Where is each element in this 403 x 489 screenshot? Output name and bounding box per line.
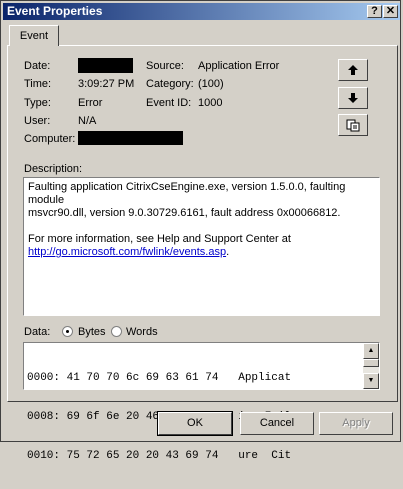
previous-event-button[interactable] [338, 59, 368, 81]
help-link[interactable]: http://go.microsoft.com/fwlink/events.as… [28, 246, 226, 258]
type-value: Error [78, 97, 103, 109]
type-label: Type: [24, 97, 51, 109]
help-button[interactable]: ? [367, 5, 382, 18]
bytes-radio[interactable] [62, 326, 73, 337]
up-arrow-icon [348, 65, 358, 75]
description-label: Description: [24, 163, 83, 175]
tab-event-label: Event [19, 30, 49, 42]
bytes-radio-label[interactable]: Bytes [78, 326, 106, 338]
copy-icon [346, 119, 360, 132]
description-text: Faulting application CitrixCseEngine.exe… [28, 181, 363, 259]
radio-selected-dot [66, 330, 69, 333]
source-value: Application Error [198, 60, 280, 72]
description-line-2: msvcr90.dll, version 9.0.30729.6161, fau… [28, 207, 341, 219]
user-value: N/A [78, 115, 97, 127]
apply-button[interactable]: Apply [319, 412, 393, 435]
scroll-thumb[interactable] [363, 359, 379, 367]
close-icon: ✕ [385, 5, 396, 17]
data-box[interactable]: 0000: 41 70 70 6c 69 63 61 74 Applicat 0… [23, 342, 380, 462]
time-value: 3:09:27 PM [78, 78, 135, 90]
description-box[interactable]: Faulting application CitrixCseEngine.exe… [23, 177, 380, 316]
data-row: 0010: 75 72 65 20 20 43 69 74 ure Cit [27, 450, 292, 462]
down-arrow-icon [348, 93, 358, 103]
data-row: 0000: 41 70 70 6c 69 63 61 74 Applicat [27, 372, 292, 384]
date-label: Date: [24, 60, 51, 72]
cancel-button[interactable]: Cancel [240, 412, 314, 435]
event-id-value: 1000 [198, 97, 223, 109]
description-line-1: Faulting application CitrixCseEngine.exe… [28, 181, 346, 206]
close-button[interactable]: ✕ [383, 5, 398, 18]
help-link-suffix: . [226, 246, 230, 258]
tab-event[interactable]: Event [9, 25, 59, 46]
scroll-down-button[interactable]: ▼ [363, 373, 379, 389]
title-bar[interactable]: Event Properties ? ✕ [3, 3, 400, 20]
help-icon: ? [371, 5, 378, 17]
computer-label: Computer: [24, 133, 76, 145]
computer-value-redacted [78, 131, 183, 145]
words-radio[interactable] [111, 326, 122, 337]
source-label: Source: [146, 60, 184, 72]
scroll-up-button[interactable]: ▲ [363, 343, 379, 359]
copy-event-button[interactable] [338, 114, 368, 136]
data-scrollbar[interactable]: ▲ ▼ [363, 343, 379, 389]
scroll-up-icon: ▲ [367, 347, 375, 354]
date-value-redacted [78, 58, 133, 73]
user-label: User: [24, 115, 51, 127]
scroll-down-icon: ▼ [367, 377, 375, 384]
description-line-3: For more information, see Help and Suppo… [28, 233, 291, 245]
window-title: Event Properties [7, 4, 103, 18]
category-label: Category: [146, 78, 194, 90]
data-label: Data: [24, 326, 51, 338]
next-event-button[interactable] [338, 87, 368, 109]
ok-button[interactable]: OK [157, 411, 233, 436]
words-radio-label[interactable]: Words [126, 326, 158, 338]
event-properties-window: Event Properties ? ✕ Event Date: Source:… [0, 0, 401, 462]
time-label: Time: [24, 78, 52, 90]
event-id-label: Event ID: [146, 97, 192, 109]
category-value: (100) [198, 78, 224, 90]
